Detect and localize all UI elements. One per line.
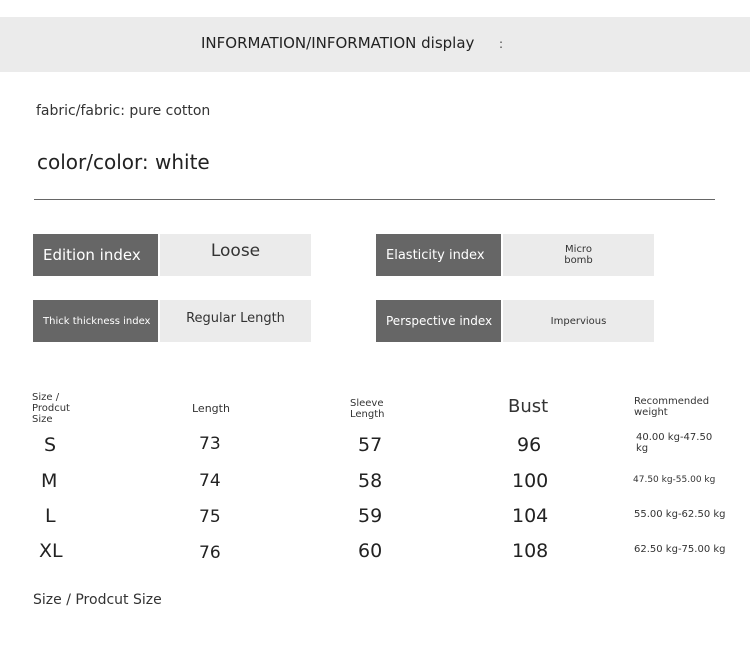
table-cell-weight: 40.00 kg-47.50 kg [636,432,712,454]
perspective-index-value: Impervious [503,300,654,342]
table-cell-weight: 47.50 kg-55.00 kg [633,475,716,485]
elasticity-value-line2: bomb [564,255,593,266]
sleeve-column-header: Sleeve Length [350,398,385,420]
elasticity-index-label: Elasticity index [376,234,501,276]
weight-column-header: Recommended weight [634,396,709,418]
sleeve-header-line2: Length [350,409,385,420]
table-cell-bust: 100 [512,470,549,492]
table-cell-size: XL [39,540,63,562]
header-mark: : [499,37,504,51]
table-cell-length: 76 [199,543,221,563]
elasticity-index-value: Micro bomb [503,234,654,276]
table-cell-bust: 104 [512,505,549,527]
table-cell-bust: 96 [517,434,542,456]
edition-index-value: Loose [160,234,311,276]
table-cell-bust: 108 [512,540,549,562]
fabric-info: fabric/fabric: pure cotton [36,103,211,119]
bust-column-header: Bust [508,396,549,417]
table-cell-length: 75 [199,507,221,527]
weight-header-line1: Recommended [634,396,710,407]
length-column-header: Length [192,402,230,415]
size-header-line1: Size / [32,392,60,403]
table-cell-length: 73 [199,434,221,454]
table-cell-weight: 55.00 kg-62.50 kg [634,509,726,520]
table-cell-sleeve: 58 [358,470,383,492]
thickness-index-label: Thick thickness index [33,300,158,342]
table-cell-sleeve: 57 [358,434,383,456]
elasticity-value-line1: Micro [565,244,592,255]
size-header-line2: Prodcut [32,403,70,414]
perspective-index-label: Perspective index [376,300,501,342]
table-cell-sleeve: 59 [358,505,383,527]
weight-line2: kg [636,443,649,454]
color-info: color/color: white [37,150,210,174]
table-cell-size: S [44,434,57,456]
table-cell-size: L [45,505,56,527]
size-header-line3: Size [32,414,53,425]
table-cell-weight: 62.50 kg-75.00 kg [634,544,726,555]
sleeve-header-line1: Sleeve [350,398,384,409]
edition-index-label: Edition index [33,234,158,276]
page-title: INFORMATION/INFORMATION display [201,34,475,52]
divider [34,199,715,200]
size-footnote: Size / Prodcut Size [33,592,162,608]
weight-header-line2: weight [634,407,668,418]
table-cell-sleeve: 60 [358,540,383,562]
thickness-index-value: Regular Length [160,300,311,342]
weight-line1: 40.00 kg-47.50 [636,432,713,443]
size-column-header: Size / Prodcut Size [32,392,70,425]
table-cell-size: M [41,470,58,492]
table-cell-length: 74 [199,471,221,491]
